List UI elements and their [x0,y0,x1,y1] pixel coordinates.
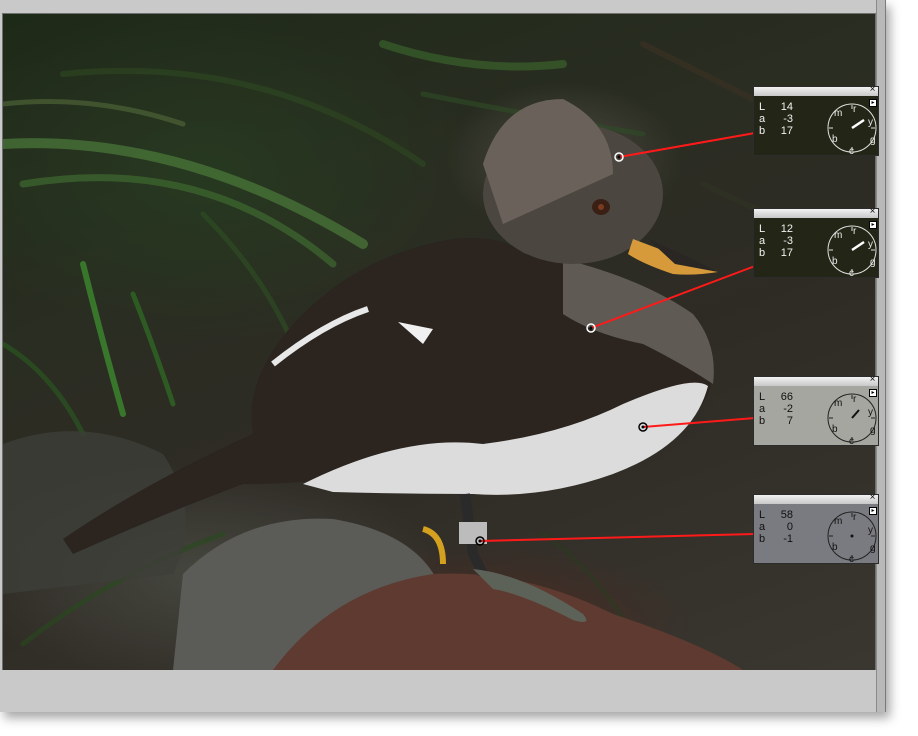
b-value: 17 [780,125,793,137]
duck-photo [3,40,846,670]
dial-b: b [832,542,838,553]
dial-c: c [849,436,854,446]
dial-b: b [832,424,838,435]
dial-g: g [870,257,876,268]
dial-c: c [849,554,854,564]
close-icon[interactable]: × [868,493,877,503]
l-value: 66 [780,391,793,403]
menu-arrow-icon[interactable]: ▸ [869,99,877,107]
a-label: a [759,521,766,533]
dial-needle [851,240,865,252]
l-value: 58 [780,509,793,521]
l-label: L [759,509,766,521]
a-label: a [759,235,766,247]
dial-g: g [870,543,876,554]
dial-y: y [868,239,873,250]
probe-body: L 58 a 0 b -1 m r y g c b ▸ [754,504,880,565]
close-icon[interactable]: × [868,85,877,95]
close-icon[interactable]: × [868,375,877,385]
color-probe-2[interactable]: × L 12 a -3 b 17 m r y g c b ▸ [753,207,880,279]
dial-c: c [849,146,854,156]
color-probe-3[interactable]: × L 66 a -2 b 7 m r y g c b ▸ [753,375,880,447]
dial-m: m [834,108,842,119]
a-value: 0 [786,521,793,533]
b-value: -1 [783,533,793,545]
menu-arrow-icon[interactable]: ▸ [869,221,877,229]
lab-readouts: L 14 a -3 b 17 [759,101,809,137]
dial-r: r [853,226,857,237]
dial-r: r [853,104,857,115]
a-value: -3 [783,235,793,247]
hue-dial: m r y g c b ▸ [824,388,880,447]
a-value: -3 [783,113,793,125]
dial-y: y [868,525,873,536]
l-value: 12 [780,223,793,235]
status-area [0,670,876,712]
b-label: b [759,247,766,259]
menu-arrow-icon[interactable]: ▸ [869,389,877,397]
dial-g: g [870,425,876,436]
dial-needle [851,118,865,130]
dial-r: r [853,394,857,405]
probe-body: L 66 a -2 b 7 m r y g c b ▸ [754,386,880,447]
lab-readouts: L 66 a -2 b 7 [759,391,809,427]
a-label: a [759,403,766,415]
dial-m: m [834,398,842,409]
b-value: 7 [786,415,793,427]
b-label: b [759,533,766,545]
lab-readouts: L 58 a 0 b -1 [759,509,809,545]
dial-y: y [868,117,873,128]
lab-readouts: L 12 a -3 b 17 [759,223,809,259]
probe-body: L 12 a -3 b 17 m r y g c b ▸ [754,218,880,279]
probe-body: L 14 a -3 b 17 m r y g c b ▸ [754,96,880,157]
b-label: b [759,415,766,427]
dial-m: m [834,230,842,241]
dial-y: y [868,407,873,418]
l-label: L [759,223,766,235]
dial-c: c [849,268,854,278]
menu-arrow-icon[interactable]: ▸ [869,507,877,515]
a-value: -2 [783,403,793,415]
close-icon[interactable]: × [868,207,877,217]
l-label: L [759,101,766,113]
photo-canvas[interactable] [2,13,876,671]
l-value: 14 [780,101,793,113]
dial-needle [851,409,860,419]
dial-m: m [834,516,842,527]
color-probe-4[interactable]: × L 58 a 0 b -1 m r y g c b ▸ [753,493,880,565]
dial-center [850,534,854,538]
b-label: b [759,125,766,137]
dial-b: b [832,134,838,145]
dial-r: r [853,512,857,523]
hue-dial: m r y g c b ▸ [824,506,880,565]
color-probe-1[interactable]: × L 14 a -3 b 17 m r y g c b ▸ [753,85,880,157]
b-value: 17 [780,247,793,259]
hue-dial: m r y g c b ▸ [824,220,880,279]
hue-dial: m r y g c b ▸ [824,98,880,157]
l-label: L [759,391,766,403]
a-label: a [759,113,766,125]
dial-b: b [832,256,838,267]
dial-g: g [870,135,876,146]
